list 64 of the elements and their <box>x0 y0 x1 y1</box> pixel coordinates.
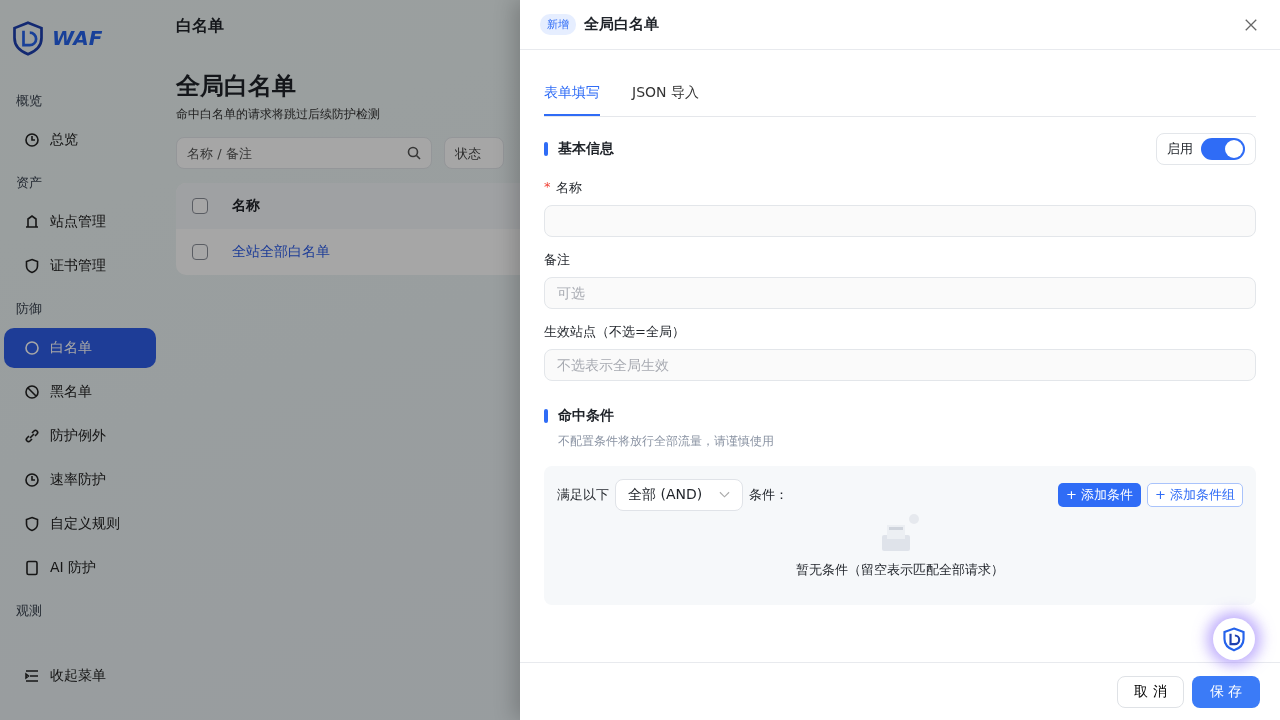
menu-icon <box>24 668 40 684</box>
field-label: 生效站点（不选=全局） <box>544 323 685 341</box>
clock-icon <box>24 472 40 488</box>
match-mode-select[interactable]: 全部 (AND) <box>615 479 743 511</box>
save-button[interactable]: 保 存 <box>1191 675 1260 708</box>
add-condition-button[interactable]: + 添加条件 <box>1057 483 1141 507</box>
shield-logo-icon <box>1221 626 1247 652</box>
close-icon[interactable] <box>1244 17 1258 32</box>
section-title: 命中条件 <box>558 407 614 425</box>
condition-prefix: 满足以下 <box>557 486 609 504</box>
sidebar-item[interactable]: 黑名单 <box>4 372 156 412</box>
drawer-title: 全局白名单 <box>584 15 659 34</box>
column-header: 名称 <box>232 197 260 215</box>
clock-icon <box>24 132 40 148</box>
checkbox[interactable] <box>192 244 208 260</box>
new-badge: 新增 <box>540 14 576 35</box>
sidebar-section-label: 资产 <box>15 174 43 192</box>
toggle-switch[interactable] <box>1201 138 1245 160</box>
site-icon <box>24 214 40 230</box>
ban-icon <box>24 384 40 400</box>
rule-name-link[interactable]: 全站全部白名单 <box>232 243 330 261</box>
input-field[interactable]: 不选表示全局生效 <box>544 349 1256 381</box>
chip-icon <box>24 560 40 576</box>
cancel-button[interactable]: 取 消 <box>1117 675 1184 708</box>
section-hint: 不配置条件将放行全部流量，请谨慎使用 <box>558 433 775 450</box>
search-field[interactable]: 名称 / 备注 <box>176 137 432 169</box>
sidebar-item[interactable]: 自定义规则 <box>4 504 156 544</box>
field-label: 名称 <box>555 179 582 197</box>
sidebar-item[interactable]: 证书管理 <box>4 246 156 286</box>
enable-label: 启用 <box>1167 140 1193 158</box>
page-title: 全局白名单 <box>176 71 296 102</box>
search-icon[interactable] <box>406 145 422 161</box>
sidebar-item[interactable]: 站点管理 <box>4 202 156 242</box>
sidebar-section-label: 观测 <box>15 602 43 620</box>
condition-suffix: 条件： <box>749 486 788 504</box>
sidebar-item[interactable]: 速率防护 <box>4 460 156 500</box>
checkbox[interactable] <box>192 198 208 214</box>
shield-icon <box>24 258 40 274</box>
collapse-menu-button[interactable]: 收起菜单 <box>4 656 156 696</box>
status-select[interactable]: 状态 <box>444 137 504 169</box>
field-label: 备注 <box>544 251 570 269</box>
page-subtitle: 命中白名单的请求将跳过后续防护检测 <box>176 106 380 123</box>
input-field[interactable] <box>544 205 1256 237</box>
shield-logo-icon <box>10 20 46 56</box>
sidebar-item[interactable]: 防护例外 <box>4 416 156 456</box>
sidebar-section-label: 概览 <box>15 92 43 110</box>
link-icon <box>24 428 40 444</box>
shield-icon <box>24 516 40 532</box>
empty-message: 暂无条件（留空表示匹配全部请求） <box>796 561 1004 579</box>
required-mark: * <box>544 179 551 196</box>
add-condition-group-button[interactable]: + 添加条件组 <box>1146 483 1243 507</box>
input-field[interactable]: 可选 <box>544 277 1256 309</box>
circle-icon <box>24 340 40 356</box>
section-title: 基本信息 <box>558 140 614 158</box>
tab[interactable]: 表单填写 <box>544 70 600 116</box>
sidebar-item[interactable]: 白名单 <box>4 328 156 368</box>
sidebar-item[interactable]: AI 防护 <box>4 548 156 588</box>
logo-text: WAF <box>52 26 103 50</box>
page-header-title: 白名单 <box>176 16 224 37</box>
assistant-button[interactable] <box>1213 618 1255 660</box>
sidebar-item[interactable]: 总览 <box>4 120 156 160</box>
caret-icon <box>719 491 730 499</box>
sidebar-section-label: 防御 <box>15 300 43 318</box>
tab[interactable]: JSON 导入 <box>632 70 699 116</box>
